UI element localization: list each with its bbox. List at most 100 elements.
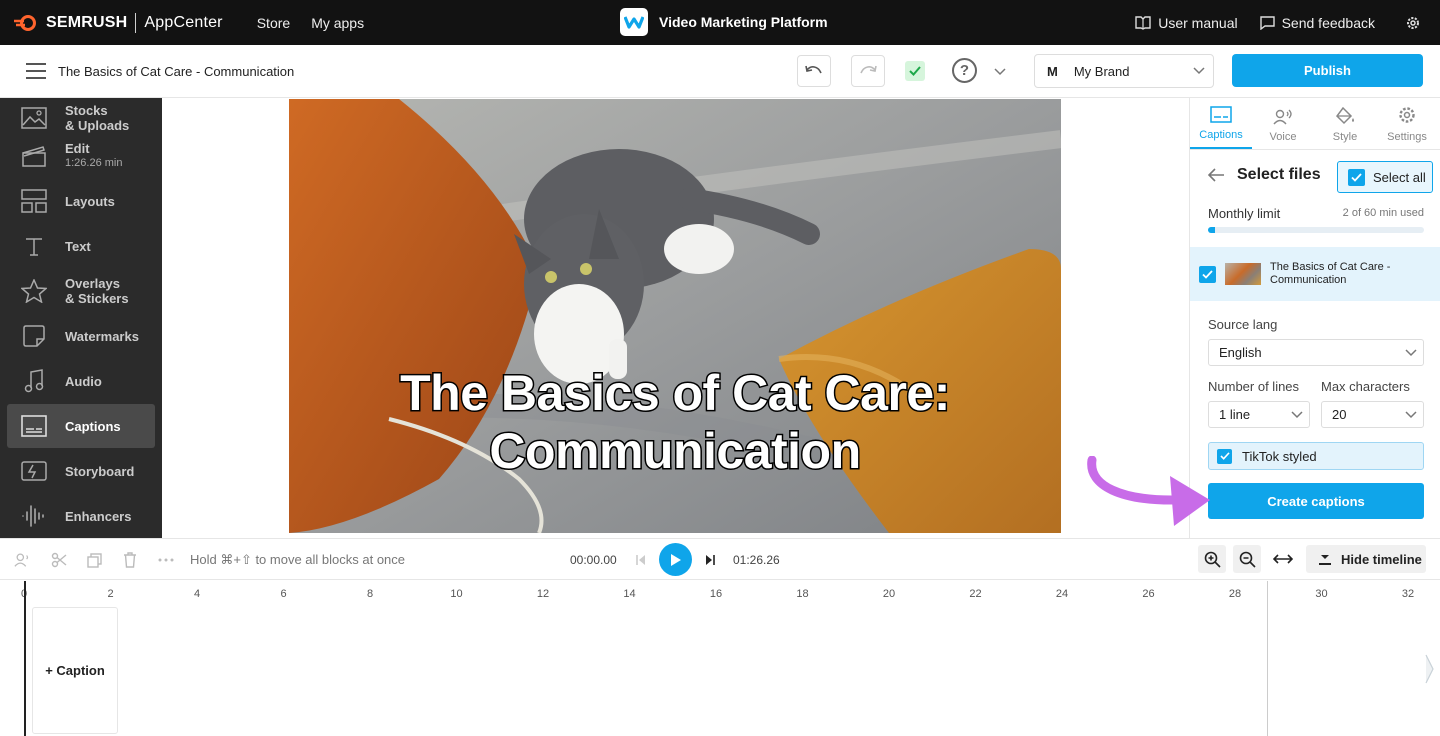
source-lang-select[interactable]: English xyxy=(1208,339,1424,366)
fit-width-button[interactable] xyxy=(1269,545,1297,573)
captions-icon xyxy=(1210,106,1232,123)
image-icon xyxy=(20,104,48,132)
skip-back-icon[interactable] xyxy=(632,551,650,569)
sidebar-item-watermarks[interactable]: Watermarks xyxy=(7,314,155,358)
create-captions-button[interactable]: Create captions xyxy=(1208,483,1424,519)
tab-label: Style xyxy=(1332,131,1358,143)
semrush-logo[interactable]: SEMRUSH AppCenter xyxy=(14,12,223,33)
project-title[interactable]: The Basics of Cat Care - Communication xyxy=(58,64,294,79)
progress-fill xyxy=(1208,227,1216,233)
chevron-down-icon[interactable] xyxy=(994,68,1006,76)
current-time: 00:00.00 xyxy=(570,553,617,567)
music-icon xyxy=(20,367,48,395)
send-feedback-label: Send feedback xyxy=(1281,14,1375,31)
monthly-limit-label: Monthly limit xyxy=(1208,206,1281,221)
gear-icon xyxy=(1399,107,1415,123)
maxchars-select[interactable]: 20 xyxy=(1321,401,1424,428)
chevron-down-icon xyxy=(1193,67,1205,75)
semrush-flame-icon xyxy=(14,14,36,31)
arrow-left-icon[interactable] xyxy=(1208,168,1225,182)
sidebar-item-captions[interactable]: Captions xyxy=(7,404,155,448)
tab-voice[interactable]: Voice xyxy=(1252,98,1314,149)
tab-captions[interactable]: Captions xyxy=(1190,98,1252,149)
skip-forward-icon[interactable] xyxy=(701,551,719,569)
lines-select[interactable]: 1 line xyxy=(1208,401,1310,428)
playhead[interactable] xyxy=(24,581,26,736)
monthly-limit-used: 2 of 60 min used xyxy=(1342,207,1424,219)
ruler-tick: 8 xyxy=(366,588,374,600)
ruler-tick: 32 xyxy=(1401,588,1415,600)
ruler-tick: 4 xyxy=(193,588,201,600)
layout-icon xyxy=(20,187,48,215)
sidebar-item-label: Audio xyxy=(65,373,102,389)
menu-icon[interactable] xyxy=(26,63,46,79)
user-manual-label: User manual xyxy=(1158,14,1238,31)
help-icon[interactable]: ? xyxy=(952,58,977,83)
zoom-out-button[interactable] xyxy=(1233,545,1261,573)
ruler-tick: 2 xyxy=(107,588,114,600)
settings-button[interactable] xyxy=(1405,15,1428,31)
undo-button[interactable] xyxy=(797,55,831,87)
trash-icon[interactable] xyxy=(121,551,139,569)
sidebar-item-label: Stocks xyxy=(65,103,108,118)
file-thumbnail xyxy=(1225,263,1261,285)
ruler-tick: 22 xyxy=(969,588,982,600)
lines-value: 1 line xyxy=(1219,407,1251,422)
tab-style[interactable]: Style xyxy=(1314,98,1376,149)
video-preview[interactable]: The Basics of Cat Care: Communication xyxy=(289,99,1061,533)
brand-divider xyxy=(135,12,137,33)
app-title-text: Video Marketing Platform xyxy=(659,14,828,30)
tab-settings[interactable]: Settings xyxy=(1376,98,1438,149)
sidebar-item-label: Watermarks xyxy=(65,328,139,344)
sidebar-item-layouts[interactable]: Layouts xyxy=(7,179,155,223)
watermark-icon xyxy=(20,322,48,350)
tiktok-styled-label: TikTok styled xyxy=(1242,448,1317,464)
send-feedback-link[interactable]: Send feedback xyxy=(1259,14,1375,31)
ruler-tick: 6 xyxy=(280,588,287,600)
file-row[interactable]: The Basics of Cat Care - Communication xyxy=(1190,247,1440,301)
chevron-right-icon[interactable] xyxy=(1425,654,1435,684)
nav-store[interactable]: Store xyxy=(257,15,290,31)
duplicate-icon[interactable] xyxy=(85,551,103,569)
editor-sidebar: Stocks & Uploads Edit 1:26.26 min Layouts … xyxy=(0,98,162,538)
editor-toolbar: The Basics of Cat Care - Communication ?… xyxy=(0,45,1440,98)
maxchars-label: Max characters xyxy=(1321,379,1410,394)
ruler-tick: 30 xyxy=(1315,588,1328,600)
select-all-checkbox[interactable]: Select all xyxy=(1337,161,1433,193)
chevron-down-icon xyxy=(1405,349,1417,357)
caption-overlay[interactable]: The Basics of Cat Care: Communication xyxy=(289,364,1061,481)
user-manual-link[interactable]: User manual xyxy=(1135,14,1238,31)
tiktok-styled-checkbox[interactable]: TikTok styled xyxy=(1208,442,1424,470)
brand-selector-label: My Brand xyxy=(1073,63,1130,79)
sidebar-item-audio[interactable]: Audio xyxy=(7,359,155,403)
checkbox-checked-icon[interactable] xyxy=(1199,265,1216,283)
zoom-in-button[interactable] xyxy=(1198,545,1226,573)
redo-button[interactable] xyxy=(851,55,885,87)
hide-timeline-icon xyxy=(1319,555,1331,565)
annotation-arrow-icon xyxy=(1087,456,1210,526)
ruler-tick: 14 xyxy=(623,588,636,600)
hide-timeline-button[interactable]: Hide timeline xyxy=(1306,545,1426,573)
timeline-ruler[interactable]: 02468101214161820222426283032 xyxy=(0,581,1440,606)
undo-icon xyxy=(805,65,822,74)
sidebar-item-label: Enhancers xyxy=(65,508,132,524)
sidebar-item-text[interactable]: Text xyxy=(7,224,155,268)
sidebar-item-overlays[interactable]: Overlays & Stickers xyxy=(7,269,155,313)
play-button[interactable] xyxy=(659,543,692,576)
more-icon[interactable] xyxy=(157,551,175,569)
source-lang-label: Source lang xyxy=(1208,317,1278,332)
brand-selector[interactable]: M My Brand xyxy=(1034,54,1214,88)
ruler-tick: 20 xyxy=(882,588,896,600)
monthly-limit: Monthly limit 2 of 60 min used xyxy=(1208,206,1424,221)
publish-button[interactable]: Publish xyxy=(1232,54,1423,87)
sidebar-item-edit[interactable]: Edit 1:26.26 min xyxy=(7,134,155,178)
sidebar-item-enhancers[interactable]: Enhancers xyxy=(7,494,155,538)
scissors-icon[interactable] xyxy=(50,551,68,569)
sidebar-item-storyboard[interactable]: Storyboard xyxy=(7,449,155,493)
header-actions: User manual Send feedback xyxy=(1113,0,1428,45)
select-all-label: Select all xyxy=(1373,169,1426,185)
voice-icon[interactable] xyxy=(14,551,32,569)
add-caption-button[interactable]: + Caption xyxy=(32,607,118,734)
ruler-tick: 12 xyxy=(536,588,550,600)
nav-my-apps[interactable]: My apps xyxy=(311,15,364,31)
